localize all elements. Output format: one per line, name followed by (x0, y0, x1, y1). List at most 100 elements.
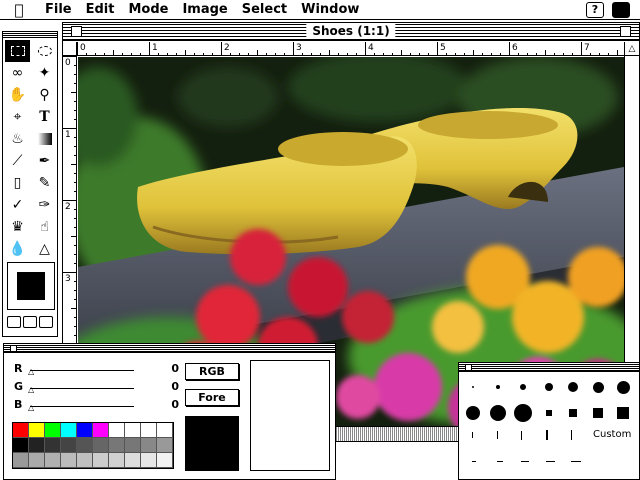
menu-file[interactable]: File (38, 2, 79, 17)
paintbrush-icon[interactable]: ✑ (32, 194, 57, 216)
color-swatch[interactable] (13, 423, 29, 438)
slider-triangle-icon[interactable]: △ (28, 367, 34, 376)
menu-select[interactable]: Select (235, 2, 294, 17)
menu-window[interactable]: Window (294, 2, 366, 17)
crop-icon[interactable]: ⌖ (5, 106, 30, 128)
rubber-stamp-icon[interactable]: ♛ (5, 216, 30, 238)
color-swatch[interactable] (109, 438, 125, 453)
brush-shape-option[interactable] (472, 460, 476, 462)
pencil-icon[interactable]: ✎ (32, 172, 57, 194)
menu-edit[interactable]: Edit (79, 2, 122, 17)
brush-shape-option[interactable] (546, 430, 548, 440)
color-swatch[interactable] (77, 423, 93, 438)
full-screen-menu-mode-icon[interactable] (23, 316, 37, 328)
color-swatch[interactable] (61, 453, 77, 468)
brush-size-option[interactable] (592, 381, 604, 393)
sharpen-icon[interactable]: △ (32, 238, 57, 260)
blue-slider[interactable]: B △ 0 (14, 398, 179, 414)
brush-size-option[interactable] (496, 385, 500, 389)
color-swatch[interactable] (45, 423, 61, 438)
brush-shape-option[interactable] (521, 430, 522, 440)
tools-palette-title-bar[interactable] (3, 32, 57, 38)
application-menu-icon[interactable] (612, 1, 630, 18)
smudge-icon[interactable]: ☝ (32, 216, 57, 238)
color-swatch[interactable] (45, 453, 61, 468)
color-swatch[interactable] (45, 438, 61, 453)
color-swatch[interactable] (157, 438, 173, 453)
elliptical-marquee-icon[interactable] (32, 40, 57, 62)
brush-shape-option[interactable] (472, 432, 473, 438)
lasso-icon[interactable]: ∞ (5, 62, 30, 84)
color-swatch[interactable] (61, 438, 77, 453)
brushes-palette-title-bar[interactable] (459, 363, 639, 372)
color-picker-area[interactable] (250, 360, 330, 471)
color-swatch[interactable] (125, 453, 141, 468)
color-swatch[interactable] (125, 438, 141, 453)
color-mode-popup[interactable]: RGB (185, 363, 239, 380)
brush-size-option[interactable] (568, 382, 578, 392)
color-swatch[interactable] (77, 438, 93, 453)
eraser-icon[interactable]: ▯ (5, 172, 30, 194)
line-icon[interactable]: ⟋ (5, 150, 30, 172)
green-slider[interactable]: G △ 0 (14, 380, 179, 396)
close-box-icon[interactable] (465, 364, 472, 371)
color-swatch[interactable] (29, 438, 45, 453)
brush-size-option[interactable] (617, 407, 629, 419)
gradient-icon[interactable] (32, 128, 57, 150)
apple-menu-icon[interactable]:  (0, 1, 38, 19)
full-screen-mode-icon[interactable] (39, 316, 53, 328)
slider-triangle-icon[interactable]: △ (28, 403, 34, 412)
document-title-bar[interactable]: Shoes (1:1) (63, 23, 639, 41)
magic-wand-icon[interactable]: ✦ (32, 62, 57, 84)
brush-shape-option[interactable] (497, 460, 503, 462)
menu-image[interactable]: Image (175, 2, 234, 17)
color-swatch[interactable] (29, 453, 45, 468)
color-swatch[interactable] (109, 453, 125, 468)
close-box-icon[interactable] (10, 345, 17, 352)
help-menu-icon[interactable]: ? (586, 1, 604, 18)
color-swatch[interactable] (13, 438, 29, 453)
brush-size-option[interactable] (593, 408, 603, 418)
airbrush-icon[interactable]: ✓ (5, 194, 30, 216)
brush-size-option[interactable] (616, 380, 630, 394)
rectangular-marquee-icon[interactable] (5, 40, 30, 62)
standard-screen-mode-icon[interactable] (7, 316, 21, 328)
color-swatch[interactable] (157, 453, 173, 468)
slider-triangle-icon[interactable]: △ (28, 385, 34, 394)
zoom-icon[interactable]: ⚲ (32, 84, 57, 106)
colors-palette-title-bar[interactable] (4, 344, 335, 353)
red-slider[interactable]: R △ 0 (14, 362, 179, 378)
brush-size-option[interactable] (520, 384, 526, 390)
foreground-color-swatch[interactable] (17, 272, 45, 300)
brush-size-option[interactable] (514, 404, 532, 422)
brush-shape-option[interactable] (521, 460, 529, 462)
brush-shape-option[interactable] (497, 431, 498, 439)
color-swatch[interactable] (93, 423, 109, 438)
brush-size-option[interactable] (490, 405, 506, 421)
brush-size-option[interactable] (472, 386, 474, 388)
color-swatch[interactable] (141, 423, 157, 438)
color-swatch[interactable] (125, 423, 141, 438)
color-swatch[interactable] (77, 453, 93, 468)
color-swatch[interactable] (109, 423, 125, 438)
color-swatch[interactable] (61, 423, 77, 438)
paint-bucket-icon[interactable]: ♨ (5, 128, 30, 150)
menu-mode[interactable]: Mode (121, 2, 175, 17)
brush-shape-option[interactable] (571, 430, 572, 440)
fore-back-popup[interactable]: Fore (185, 389, 239, 406)
scroll-up-arrow-icon[interactable]: △ (625, 42, 639, 56)
blur-icon[interactable]: 💧 (5, 238, 30, 260)
close-box-icon[interactable] (71, 26, 82, 37)
foreground-background-swatch[interactable] (7, 262, 55, 310)
zoom-box-icon[interactable] (620, 26, 631, 37)
color-swatch[interactable] (93, 453, 109, 468)
hand-icon[interactable]: ✋ (5, 84, 30, 106)
brush-size-option[interactable] (569, 409, 577, 417)
color-swatch[interactable] (29, 423, 45, 438)
eyedropper-icon[interactable]: ✒ (32, 150, 57, 172)
color-swatch[interactable] (93, 438, 109, 453)
type-icon[interactable]: T (32, 106, 57, 128)
brush-size-option[interactable] (546, 410, 552, 416)
brush-size-option[interactable] (466, 406, 480, 420)
brush-shape-option[interactable] (546, 460, 555, 462)
